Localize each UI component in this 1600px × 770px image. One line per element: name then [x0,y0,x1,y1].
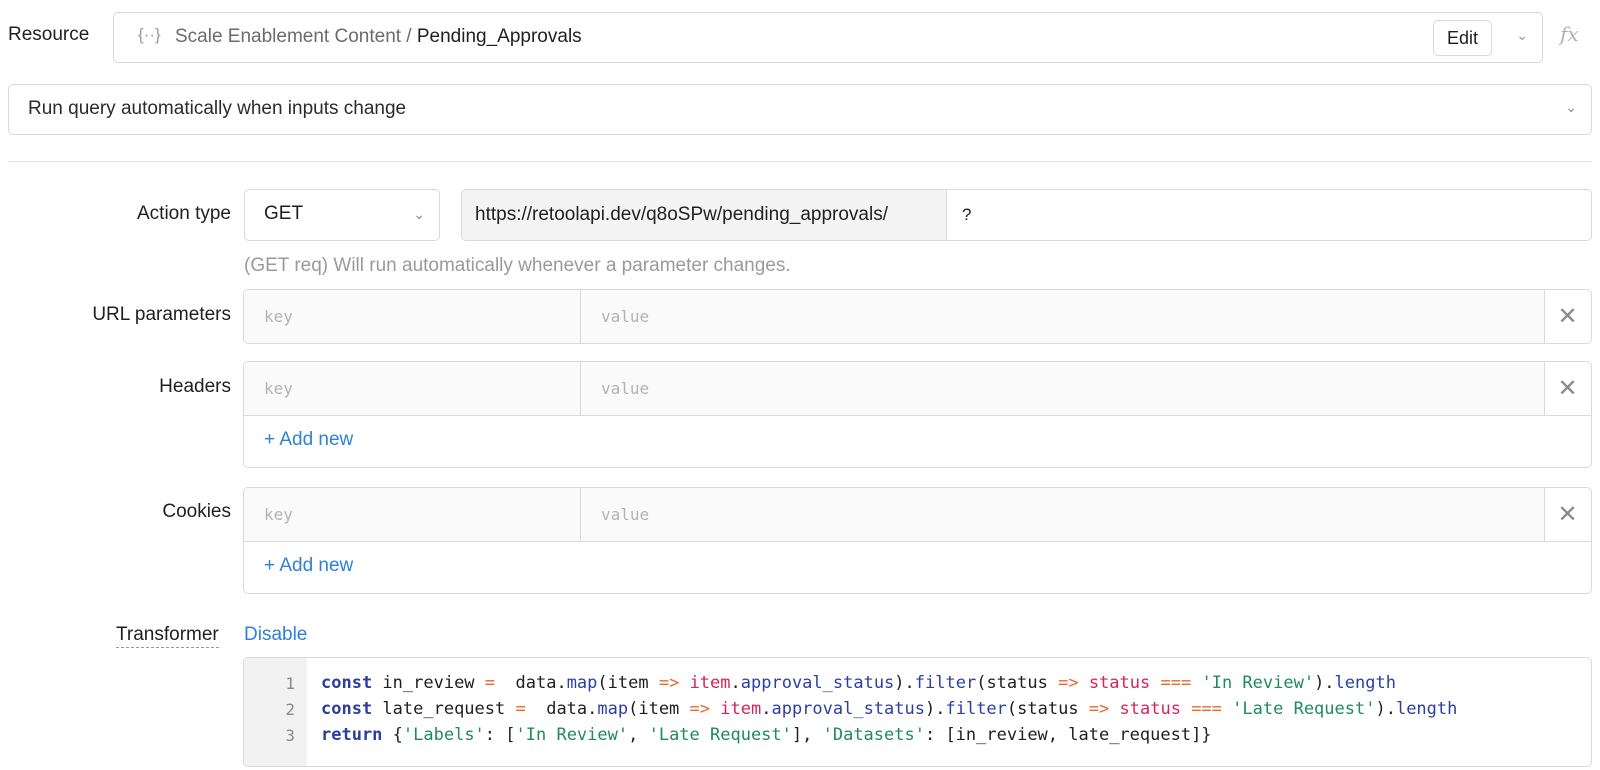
method-select[interactable]: GET ⌄ [244,189,440,241]
resource-path: Scale Enablement Content / Pending_Appro… [175,26,582,48]
param-value-input[interactable]: value [581,290,1545,343]
url-base-segment: https://retoolapi.dev/q8oSPw/pending_app… [462,190,947,240]
fx-icon[interactable]: fx [1560,22,1579,46]
line-gutter: 1 2 3 [244,658,307,766]
url-input[interactable]: https://retoolapi.dev/q8oSPw/pending_app… [461,189,1592,241]
line-number: 1 [285,674,295,693]
add-row: + Add new [244,415,1591,466]
value-placeholder: value [601,307,650,326]
value-placeholder: value [601,505,650,524]
method-value: GET [264,203,304,224]
header-value-input[interactable]: value [581,362,1545,415]
transformer-label: Transformer [116,624,219,648]
cookie-value-input[interactable]: value [581,488,1545,541]
resource-name: Pending_Approvals [416,26,582,47]
code-line: const in_review = data.map(item => item.… [321,673,1396,693]
headers-label: Headers [159,376,231,397]
key-placeholder: key [264,307,293,326]
kv-row: key value ✕ [244,488,1591,541]
add-row: + Add new [244,541,1591,592]
close-icon[interactable]: ✕ [1544,488,1591,541]
disable-transformer-link[interactable]: Disable [244,624,307,646]
cookies-table: key value ✕ + Add new [243,487,1592,594]
close-icon[interactable]: ✕ [1544,362,1591,415]
kv-row: key value ✕ [244,290,1591,343]
resource-selector[interactable]: {··} Scale Enablement Content / Pending_… [113,12,1543,63]
run-mode-value: Run query automatically when inputs chan… [28,98,407,119]
line-number: 2 [285,700,295,719]
param-key-input[interactable]: key [244,290,581,343]
chevron-down-icon[interactable]: ⌄ [1516,27,1528,44]
kv-row: key value ✕ [244,362,1591,415]
chevron-down-icon: ⌄ [413,206,425,222]
cookies-label: Cookies [162,501,231,522]
edit-resource-button[interactable]: Edit [1433,20,1492,56]
url-parameters-table: key value ✕ [243,289,1592,344]
run-hint: (GET req) Will run automatically wheneve… [244,255,791,276]
code-line: const late_request = data.map(item => it… [321,699,1458,719]
header-key-input[interactable]: key [244,362,581,415]
add-cookie-button[interactable]: + Add new [264,555,353,577]
add-header-button[interactable]: + Add new [264,429,353,451]
line-number: 3 [285,726,295,745]
code-line: return {'Labels': ['In Review', 'Late Re… [321,725,1212,745]
url-base-text: https://retoolapi.dev/q8oSPw/pending_app… [475,204,888,225]
code-editor[interactable]: 1 2 3 const in_review = data.map(item =>… [243,657,1592,767]
action-type-label: Action type [137,203,231,224]
run-mode-select[interactable]: Run query automatically when inputs chan… [8,84,1592,135]
divider [8,161,1592,162]
url-query-field[interactable]: ? [962,205,971,225]
braces-icon: {··} [138,25,161,44]
value-placeholder: value [601,379,650,398]
chevron-down-icon: ⌄ [1565,99,1577,115]
cookie-key-input[interactable]: key [244,488,581,541]
key-placeholder: key [264,505,293,524]
resource-path-prefix: Scale Enablement Content / [175,26,417,47]
close-icon[interactable]: ✕ [1544,290,1591,343]
headers-table: key value ✕ + Add new [243,361,1592,468]
resource-label: Resource [8,24,90,45]
url-parameters-label: URL parameters [92,304,231,325]
key-placeholder: key [264,379,293,398]
